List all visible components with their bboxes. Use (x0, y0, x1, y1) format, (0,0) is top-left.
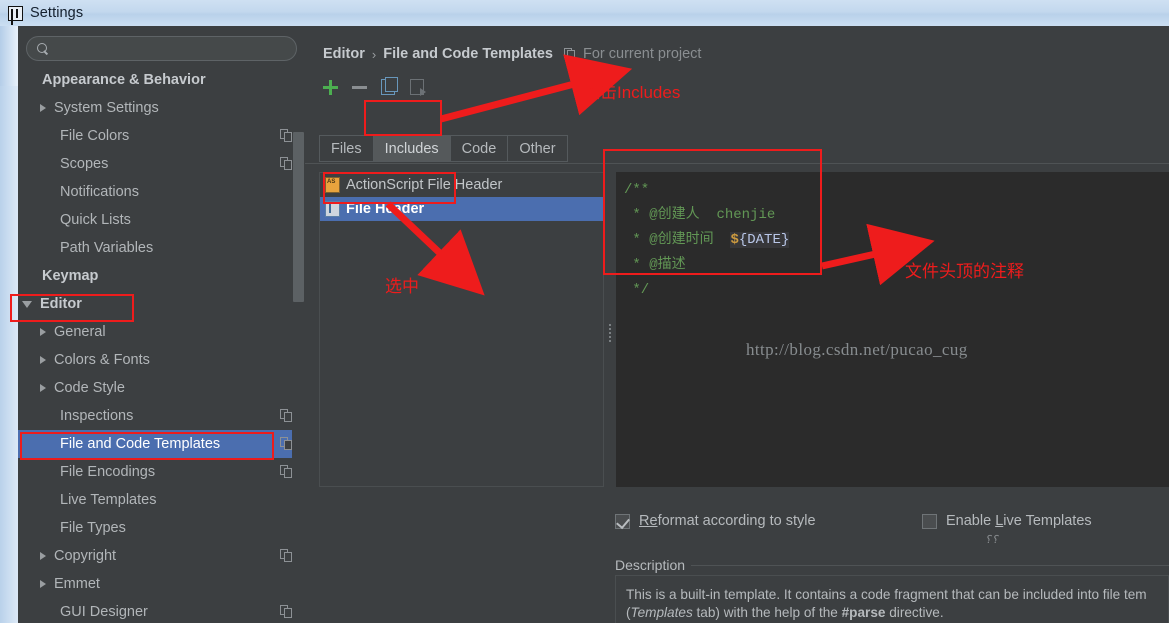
annotation-box-file-header-row (323, 172, 456, 204)
annotation-selected: 选中 (385, 272, 419, 297)
annotation-box-includes-tab (364, 100, 442, 136)
annotation-box-editor-tree (10, 294, 134, 322)
annotation-box-comment-block (603, 149, 822, 275)
settings-window: Settings Appearance & BehaviorSystem Set… (0, 0, 1169, 623)
annotation-box-file-and-code-templates (20, 432, 274, 460)
annotation-file-header-comment: 文件头顶的注释 (905, 257, 1024, 282)
annotation-click-includes: 点击Includes (583, 78, 680, 103)
